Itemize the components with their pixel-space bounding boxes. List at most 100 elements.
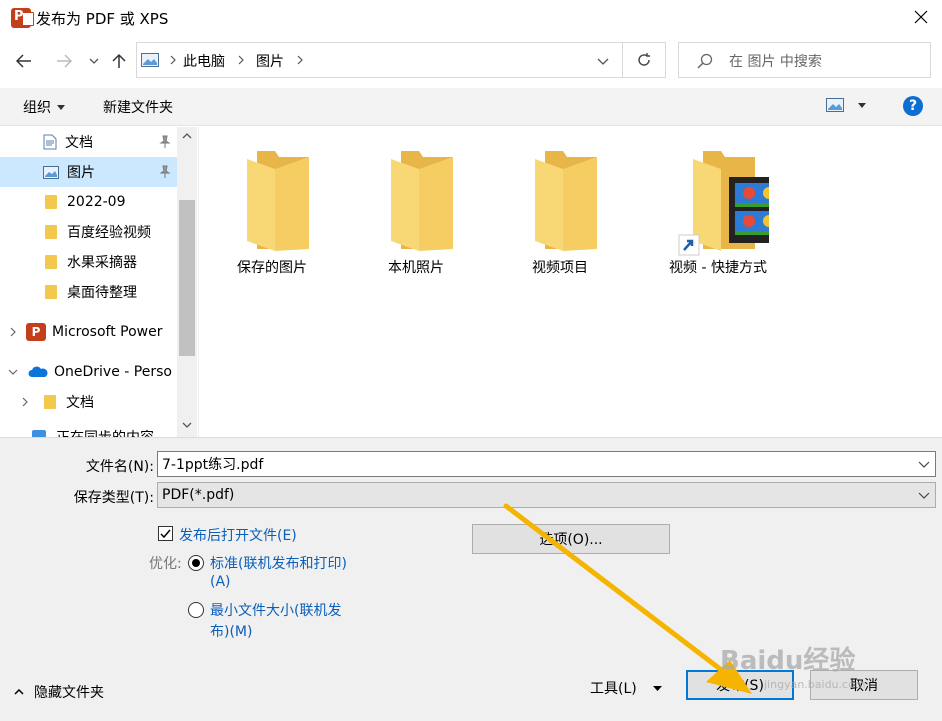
publish-button[interactable]: 发布(S) [686,670,794,700]
folder-label: 视频项目 [532,260,588,276]
video-folder-shortcut-icon [678,151,769,256]
nav-item-pictures[interactable]: 图片 [0,157,177,187]
filetype-select[interactable]: PDF(*.pdf) [157,482,936,508]
navigation-pane[interactable]: 文档 图片 2022-09 百度经验视频 水果采摘器 桌面待整理 P Micro… [0,127,198,437]
onedrive-icon [28,366,48,377]
folder-icon [45,255,57,269]
file-list[interactable]: 保存的图片 本机照片 视频项目 视频 - 快捷方式 [198,127,942,437]
nav-item-onedrive[interactable]: OneDrive - Perso [0,357,177,387]
filename-field[interactable]: 7-1ppt练习.pdf [157,451,936,477]
folder-icon [45,285,57,299]
address-bar[interactable]: 此电脑 图片 [136,42,623,78]
minimum-option-label[interactable]: 最小文件大小(联机发 [210,600,341,620]
tools-label: 工具(L) [590,681,637,697]
caret-down-icon [57,104,65,110]
caret-down-icon [652,685,662,691]
folder-icon [535,151,597,251]
nav-item-sync[interactable]: 正在同步的内容 [0,427,177,437]
pictures-icon [43,165,59,179]
chevron-right-icon[interactable] [22,397,28,407]
back-button[interactable] [10,48,38,74]
organize-label: 组织 [23,100,51,116]
refresh-button[interactable] [623,42,666,78]
chevron-right-icon[interactable] [10,327,16,337]
new-folder-button[interactable]: 新建文件夹 [103,97,173,117]
nav-item-label: 文档 [65,135,93,151]
search-box[interactable]: 在 图片 中搜索 [678,42,931,78]
optimize-label: 优化: [149,556,182,572]
open-after-publish-label[interactable]: 发布后打开文件(E) [179,525,297,545]
chevron-down-icon[interactable] [918,461,930,468]
powerpoint-icon: P [26,323,46,341]
radio-dot [192,559,200,567]
nav-item-documents[interactable]: 文档 [0,127,177,157]
checkmark-icon [160,529,171,539]
forward-button[interactable] [50,48,78,74]
scroll-up-icon[interactable] [182,133,192,139]
nav-item-label: 文档 [66,395,94,411]
organize-button[interactable]: 组织 [23,97,65,117]
minimum-size-radio[interactable] [188,602,204,618]
standard-option-label-shortcut[interactable]: (A) [210,574,231,590]
chevron-up-icon [14,689,24,695]
window-title: 发布为 PDF 或 XPS [36,10,169,28]
scrollbar-thumb[interactable] [179,200,195,356]
folder-icon [391,151,453,251]
tools-dropdown[interactable]: 工具(L) [590,678,662,698]
folder-icon [247,151,309,251]
recent-locations-button[interactable] [84,50,104,72]
shortcut-label: 视频 - 快捷方式 [669,260,767,276]
breadcrumb-this-pc[interactable]: 此电脑 [183,51,225,71]
close-icon [914,10,928,24]
sync-icon [32,430,46,437]
breadcrumb-pictures[interactable]: 图片 [256,51,284,71]
address-history-chevron-icon[interactable] [597,58,609,65]
pin-icon[interactable] [158,165,172,179]
nav-item-label: 图片 [67,165,95,181]
filename-label: 文件名(N): [85,459,154,475]
search-placeholder: 在 图片 中搜索 [729,54,822,70]
help-icon: ? [908,98,918,114]
folder-icon [44,395,56,409]
close-button[interactable] [900,0,942,34]
hide-folders-toggle[interactable]: 隐藏文件夹 [14,682,104,702]
document-icon [43,134,57,150]
folder-label: 本机照片 [388,260,444,276]
nav-item-label: 2022-09 [67,194,126,210]
chevron-down-icon [89,58,99,64]
view-options-button[interactable] [826,98,866,112]
up-button[interactable] [108,48,130,74]
pin-icon[interactable] [158,135,172,149]
chevron-down-icon[interactable] [918,492,930,499]
nav-item-label: 桌面待整理 [67,285,137,301]
breadcrumb-chevron-icon [297,55,303,65]
pictures-location-icon [141,53,159,67]
filetype-label: 保存类型(T): [73,490,154,506]
chevron-down-icon[interactable] [8,369,18,375]
minimum-option-label-shortcut[interactable]: 布)(M) [210,621,252,641]
forward-arrow-icon [57,54,72,68]
nav-item-label: OneDrive - Perso [54,364,172,380]
help-button[interactable]: ? [903,96,923,116]
nav-item-folder[interactable]: 2022-09 [0,187,177,217]
scroll-down-icon[interactable] [182,422,192,428]
nav-item-folder[interactable]: 桌面待整理 [0,277,177,307]
folder-icon [45,195,57,209]
standard-radio[interactable] [188,555,204,571]
nav-item-folder[interactable]: 水果采摘器 [0,247,177,277]
caret-down-icon [858,102,866,108]
open-after-publish-checkbox[interactable] [158,526,173,541]
nav-item-folder[interactable]: 百度经验视频 [0,217,177,247]
folder-icon [45,225,57,239]
nav-item-onedrive-documents[interactable]: 文档 [0,387,177,417]
filename-value: 7-1ppt练习.pdf [162,457,264,473]
nav-item-powerpoint[interactable]: P Microsoft Power [0,317,177,347]
standard-option-label[interactable]: 标准(联机发布和打印) [210,553,347,573]
view-icon [826,98,844,112]
nav-item-label: 正在同步的内容 [56,427,154,437]
cancel-button[interactable]: 取消 [810,670,918,700]
options-button[interactable]: 选项(O)... [472,524,670,554]
breadcrumb-chevron-icon [170,55,176,65]
filetype-value: PDF(*.pdf) [162,487,235,503]
nav-item-label: 百度经验视频 [67,225,151,241]
